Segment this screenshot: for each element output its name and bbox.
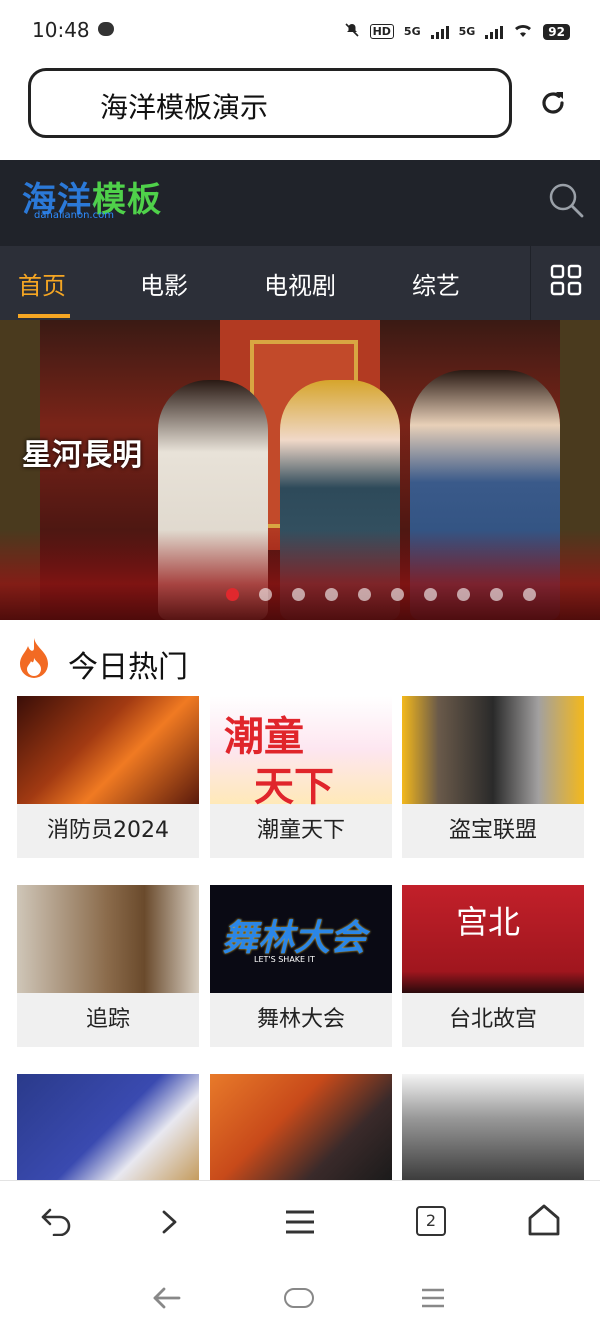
hd-label: HD [369,24,394,39]
video-card[interactable]: 潮童 天下 潮童天下 [210,696,392,858]
nav-item-movies[interactable]: 电影 [140,266,188,301]
card-thumbnail [210,1074,392,1182]
card-thumbnail [17,696,199,804]
video-card[interactable]: 消防员2024 [17,696,199,858]
wifi-icon [513,22,533,41]
video-card[interactable]: 宫北 台北故宫 [402,885,584,1047]
card-title: 盗宝联盟 [448,818,537,843]
site-logo-subtext: danalianon.com [34,210,114,221]
home-icon[interactable] [526,1202,562,1242]
status-icons: HD 5G 5G 92 [344,22,570,41]
forward-icon[interactable] [160,1208,180,1240]
card-poster-text: 舞林大会 [222,918,367,959]
network-label-2: 5G [458,25,476,38]
card-title: 潮童天下 [256,818,345,843]
video-card[interactable]: 盗宝联盟 [402,696,584,858]
system-home-icon[interactable] [284,1288,314,1308]
address-bar-text[interactable]: 海洋模板演示 [100,86,268,126]
reload-icon[interactable] [536,86,570,120]
banner-dot[interactable] [490,588,503,601]
card-poster-text: 宫北 [456,903,521,941]
nav-active-indicator [18,314,70,318]
menu-icon[interactable] [284,1208,316,1240]
banner-dot[interactable] [523,588,536,601]
fire-icon [16,636,52,680]
video-card[interactable]: 舞林大会 LET'S SHAKE IT 舞林大会 [210,885,392,1047]
nav-item-home[interactable]: 首页 [18,266,66,301]
banner-dot[interactable] [424,588,437,601]
card-thumbnail: 潮童 天下 [210,696,392,810]
network-label-1: 5G [403,25,421,38]
banner-dot[interactable] [391,588,404,601]
signal-icon [430,25,449,39]
message-icon [98,22,114,36]
status-time: 10:48 [32,18,90,42]
card-title: 台北故宫 [448,1007,537,1032]
banner-dot[interactable] [325,588,338,601]
card-thumbnail [402,1074,584,1182]
tabs-count-button[interactable]: 2 [416,1206,446,1236]
system-recents-icon[interactable] [420,1286,446,1314]
search-icon[interactable] [546,180,586,220]
grid-menu-icon[interactable] [550,264,582,296]
card-title: 消防员2024 [47,818,169,843]
card-poster-subtext: LET'S SHAKE IT [254,955,315,964]
banner-dot[interactable] [259,588,272,601]
banner-title-text: 星河長明 [22,438,142,473]
video-card[interactable]: 追踪 [17,885,199,1047]
system-back-icon[interactable] [152,1286,182,1314]
card-thumbnail [17,885,199,993]
card-thumbnail [17,1074,199,1182]
card-thumbnail [402,696,584,804]
hero-banner[interactable]: 星河長明 [0,320,600,620]
section-title: 今日热门 [68,650,188,685]
mute-icon [344,22,360,41]
banner-dot[interactable] [226,588,239,601]
card-thumbnail: 舞林大会 LET'S SHAKE IT [210,885,392,993]
banner-dot[interactable] [457,588,470,601]
back-arrow-icon[interactable] [40,1206,74,1240]
signal-icon-2 [485,25,504,39]
nav-item-tv-series[interactable]: 电视剧 [264,266,336,301]
card-title: 舞林大会 [256,1007,345,1032]
battery-indicator: 92 [543,23,570,40]
card-thumbnail: 宫北 [402,885,584,993]
banner-dot[interactable] [358,588,371,601]
banner-dot[interactable] [292,588,305,601]
nav-item-variety[interactable]: 综艺 [412,266,460,301]
nav-divider [530,246,531,320]
card-title: 追踪 [85,1007,130,1032]
